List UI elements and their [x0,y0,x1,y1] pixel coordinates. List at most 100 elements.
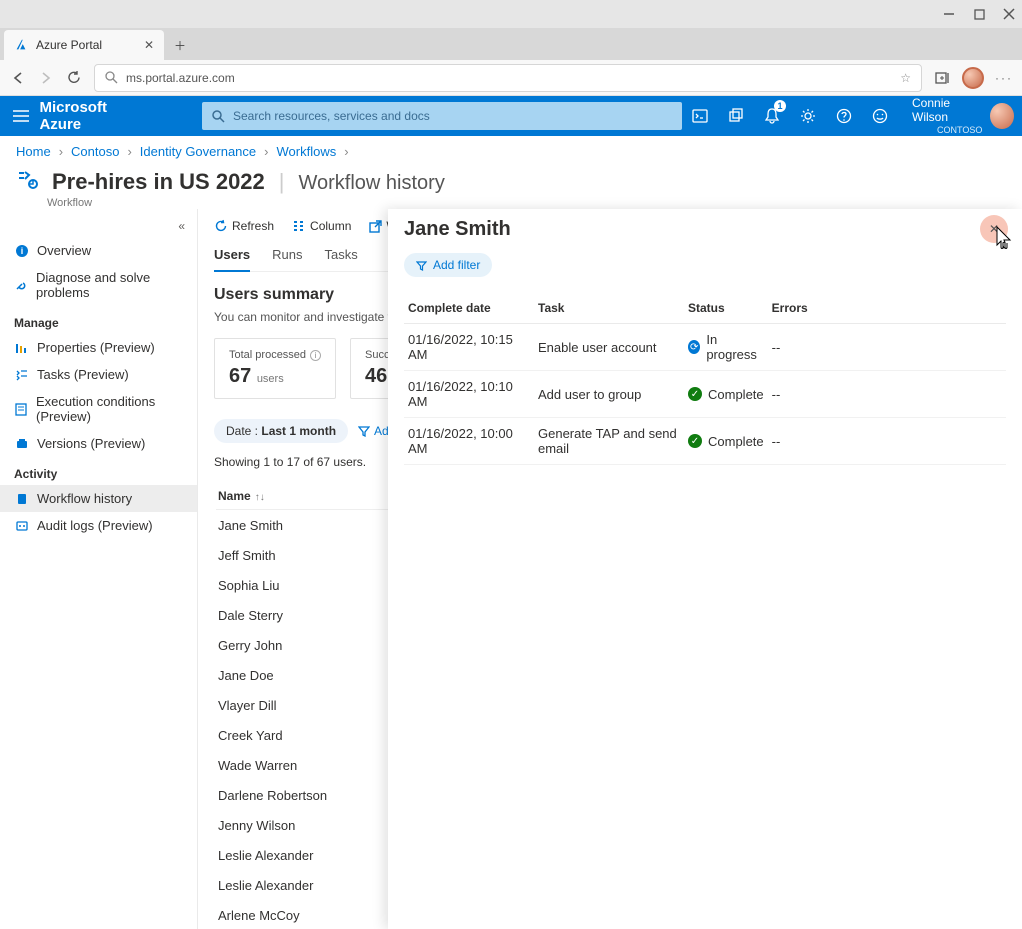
maximize-icon[interactable] [972,7,986,21]
more-icon[interactable]: ··· [996,70,1012,86]
close-tab-icon[interactable]: ✕ [144,38,154,52]
cursor-icon [994,225,1016,251]
sidebar-item-activity[interactable]: Audit logs (Preview) [0,512,197,539]
user-avatar-icon[interactable] [990,103,1014,129]
sidebar-icon [14,518,29,533]
directories-icon[interactable] [718,96,754,136]
col-errors[interactable]: Errors [768,293,1006,324]
tab-runs[interactable]: Runs [272,247,302,271]
sidebar-item-manage[interactable]: Execution conditions (Preview) [0,388,197,430]
info-icon[interactable]: i [310,350,321,361]
refresh-icon [214,219,228,233]
column-button[interactable]: Column [292,219,351,233]
card-label: Total processed i [229,349,321,361]
cell-task: Enable user account [534,324,684,371]
browser-tab-bar: Azure Portal ✕ ＋ [0,28,1022,60]
refresh-button[interactable]: Refresh [214,219,274,233]
task-row[interactable]: 01/16/2022, 10:00 AMGenerate TAP and sen… [404,418,1006,465]
cell-task: Add user to group [534,371,684,418]
sidebar-item-overview[interactable]: i Overview [0,237,197,264]
sidebar-label: Versions (Preview) [37,436,145,451]
progress-icon: ⟳ [688,340,700,354]
sidebar-icon [14,367,29,382]
azure-favicon-icon [14,38,28,52]
page-title: Pre-hires in US 2022 [52,169,265,195]
breadcrumb-item[interactable]: Home [16,144,51,159]
notification-badge: 1 [774,100,786,112]
sidebar-label: Audit logs (Preview) [37,518,153,533]
sidebar-item-manage[interactable]: Properties (Preview) [0,334,197,361]
sidebar-item-activity[interactable]: Workflow history [0,485,197,512]
task-row[interactable]: 01/16/2022, 10:10 AMAdd user to group✓Co… [404,371,1006,418]
tab-users[interactable]: Users [214,247,250,272]
cell-status: ✓Complete [684,418,768,465]
col-complete-date[interactable]: Complete date [404,293,534,324]
sort-icon: ↑↓ [255,492,265,503]
cloud-shell-icon[interactable] [682,96,718,136]
title-row: Pre-hires in US 2022 | Workflow history [0,167,1022,201]
breadcrumb-item[interactable]: Contoso [71,144,119,159]
settings-icon[interactable] [790,96,826,136]
resource-sidebar: « i Overview Diagnose and solve problems… [0,209,198,929]
col-task[interactable]: Task [534,293,684,324]
cell-date: 01/16/2022, 10:15 AM [404,324,534,371]
breadcrumb-item[interactable]: Identity Governance [140,144,256,159]
task-row[interactable]: 01/16/2022, 10:15 AMEnable user account ⟳… [404,324,1006,371]
date-filter-pill[interactable]: Date : Last 1 month [214,419,348,443]
feedback-icon[interactable] [862,96,898,136]
sidebar-icon [14,340,29,355]
flyout-add-filter-button[interactable]: Add filter [404,253,492,277]
menu-icon[interactable] [8,110,33,122]
col-status[interactable]: Status [684,293,768,324]
resource-type: Workflow [0,197,1022,209]
sidebar-section-activity: Activity [0,457,197,485]
sidebar-label: Tasks (Preview) [37,367,129,382]
sidebar-item-manage[interactable]: Tasks (Preview) [0,361,197,388]
close-window-icon[interactable] [1002,7,1016,21]
tab-tasks[interactable]: Tasks [325,247,358,271]
search-icon [105,71,118,84]
filter-icon [416,260,427,271]
tab-title: Azure Portal [36,38,102,52]
cell-errors: -- [768,371,1006,418]
brand-label[interactable]: Microsoft Azure [39,99,142,133]
global-search[interactable] [202,102,682,130]
filter-icon [358,425,370,437]
sidebar-label: Execution conditions (Preview) [36,394,183,424]
collections-icon[interactable] [934,70,950,86]
detail-flyout: Jane Smith ✕ Add filter Complete date Ta… [388,209,1022,929]
collapse-sidebar-icon[interactable]: « [174,215,189,237]
cell-status: ✓Complete [684,371,768,418]
favorite-icon[interactable]: ☆ [900,71,911,85]
help-icon[interactable] [826,96,862,136]
profile-avatar-icon[interactable] [962,67,984,89]
notifications-icon[interactable]: 1 [754,96,790,136]
sidebar-icon [14,402,28,417]
workflow-icon [16,167,38,189]
minimize-icon[interactable] [942,7,956,21]
columns-icon [292,220,306,232]
sidebar-label: Overview [37,243,91,258]
breadcrumb-item[interactable]: Workflows [277,144,337,159]
sidebar-icon [14,436,29,451]
sidebar-item-diagnose[interactable]: Diagnose and solve problems [0,264,197,306]
back-icon[interactable] [10,70,26,86]
browser-tab[interactable]: Azure Portal ✕ [4,30,164,60]
cell-task: Generate TAP and send email [534,418,684,465]
new-tab-button[interactable]: ＋ [168,33,192,57]
user-area[interactable]: Connie Wilson CONTOSO [912,97,982,135]
page-subtitle: Workflow history [299,172,445,195]
card-value: 67 users [229,365,321,388]
sidebar-label: Properties (Preview) [37,340,155,355]
task-table: Complete date Task Status Errors 01/16/2… [404,293,1006,465]
refresh-icon[interactable] [66,70,82,86]
info-icon: i [14,243,29,258]
global-search-input[interactable] [233,109,672,123]
sidebar-item-manage[interactable]: Versions (Preview) [0,430,197,457]
flyout-title: Jane Smith [404,218,982,241]
cell-date: 01/16/2022, 10:10 AM [404,371,534,418]
url-input[interactable] [126,71,892,85]
cell-errors: -- [768,324,1006,371]
address-input-wrap[interactable]: ☆ [94,64,922,92]
check-icon: ✓ [688,387,702,401]
